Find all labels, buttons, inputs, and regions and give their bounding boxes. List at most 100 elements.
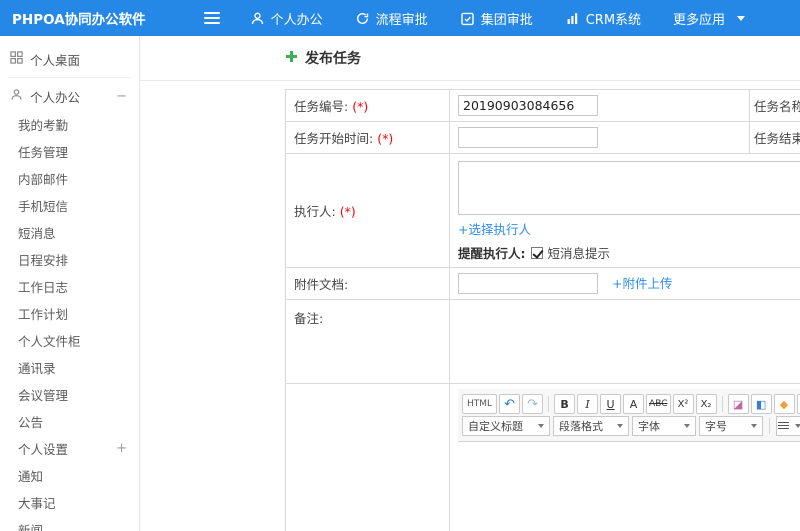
font-size-select[interactable]: 字号 bbox=[699, 416, 763, 436]
page-title: 发布任务 bbox=[305, 51, 361, 67]
toolbar-separator bbox=[548, 396, 550, 412]
hamburger-menu-icon[interactable] bbox=[203, 12, 220, 24]
attachment-input[interactable] bbox=[458, 273, 598, 294]
row-attachment: 附件文档: +附件上传 bbox=[285, 267, 800, 300]
font-size-select-label: 字号 bbox=[705, 420, 727, 433]
sidebar-item[interactable]: 个人文件柜 bbox=[0, 327, 139, 354]
align-left-button[interactable] bbox=[776, 416, 800, 436]
sidebar-item-label: 内部邮件 bbox=[18, 172, 69, 187]
sidebar-item[interactable]: 短消息 bbox=[0, 219, 139, 246]
chevron-down-icon bbox=[794, 424, 800, 428]
chevron-down-icon bbox=[538, 424, 544, 428]
remove-format-button[interactable]: ◪ bbox=[727, 394, 749, 414]
process-icon bbox=[355, 11, 370, 26]
sidebar-item[interactable]: 大事记 bbox=[0, 489, 139, 516]
editor-toolbar: HTML↶↷BIUAABCX²X₂◪◧◆66A 自定义标题段落格式字体字号 bbox=[458, 389, 800, 442]
chevron-down-icon bbox=[617, 424, 623, 428]
paragraph-format-select[interactable]: 段落格式 bbox=[553, 416, 629, 436]
editor-body[interactable] bbox=[458, 442, 800, 531]
sidebar-item-label: 日程安排 bbox=[18, 253, 69, 268]
sidebar-item[interactable]: 手机短信 bbox=[0, 192, 139, 219]
sms-remind-option-label: 短消息提示 bbox=[547, 246, 611, 261]
nav-group-approval[interactable]: 集团审批 bbox=[444, 0, 549, 36]
sidebar-item-label: 手机短信 bbox=[18, 199, 69, 214]
sidebar-item[interactable]: 日程安排 bbox=[0, 246, 139, 273]
sidebar-item-desktop[interactable]: 个人桌面 bbox=[0, 44, 139, 74]
subscript-button[interactable]: X₂ bbox=[695, 394, 717, 414]
sidebar-item[interactable]: 通讯录 bbox=[0, 354, 139, 381]
font-family-select-label: 字体 bbox=[638, 420, 660, 433]
sidebar-item[interactable]: 内部邮件 bbox=[0, 165, 139, 192]
blockquote-button[interactable]: 66 bbox=[796, 394, 800, 414]
editor-align-buttons bbox=[776, 416, 800, 436]
editor-toolbar-row1: HTML↶↷BIUAABCX²X₂◪◧◆66A bbox=[462, 394, 800, 414]
executor-box[interactable] bbox=[458, 161, 800, 215]
italic-button[interactable]: I bbox=[577, 394, 599, 414]
sidebar-item[interactable]: 新闻 bbox=[0, 516, 139, 531]
row-task-number: 任务编号:(*) 任务名称:(*) bbox=[285, 89, 800, 122]
sidebar-item-label: 工作日志 bbox=[18, 280, 69, 295]
chevron-down-icon bbox=[737, 15, 746, 21]
remark-textarea[interactable] bbox=[458, 305, 800, 375]
font-style-button[interactable]: A bbox=[623, 394, 645, 414]
underline-button[interactable]: U bbox=[600, 394, 622, 414]
format-brush-button[interactable]: ◧ bbox=[750, 394, 772, 414]
align-left-icon bbox=[777, 421, 789, 431]
expand-toggle-icon[interactable]: + bbox=[116, 441, 127, 456]
superscript-button[interactable]: X² bbox=[672, 394, 694, 414]
task-number-label: 任务编号: (*) bbox=[285, 89, 450, 122]
sidebar-group-personal-office[interactable]: 个人办公 − bbox=[0, 81, 139, 111]
row-remark: 备注: bbox=[285, 299, 800, 384]
collapse-toggle-icon[interactable]: − bbox=[116, 89, 127, 104]
sidebar-item[interactable]: 公告 bbox=[0, 408, 139, 435]
strikethrough-button[interactable]: ABC bbox=[646, 394, 671, 414]
nav-personal-office[interactable]: 个人办公 bbox=[234, 0, 339, 36]
chart-icon bbox=[565, 11, 580, 26]
task-name-label: 任务名称:(*) bbox=[749, 89, 800, 122]
redo-button[interactable]: ↷ bbox=[522, 394, 544, 414]
toolbar-separator bbox=[721, 396, 723, 412]
plus-icon bbox=[285, 50, 298, 67]
sidebar-item[interactable]: 个人设置 + bbox=[0, 435, 139, 462]
task-form-table: 任务编号:(*) 任务名称:(*) 任务开始时间:(*) bbox=[285, 89, 800, 531]
nav-crm-system[interactable]: CRM系统 bbox=[549, 0, 657, 36]
row-time: 任务开始时间:(*) 任务结束时间:(*) bbox=[285, 121, 800, 154]
sidebar-item-label: 个人文件柜 bbox=[18, 334, 81, 349]
page-header: 发布任务 bbox=[140, 36, 800, 81]
paragraph-format-select-label: 段落格式 bbox=[559, 420, 603, 433]
sidebar-item-label: 会议管理 bbox=[18, 388, 69, 403]
toolbar-separator bbox=[769, 418, 770, 434]
highlight-button[interactable]: ◆ bbox=[773, 394, 795, 414]
start-time-label: 任务开始时间: (*) bbox=[285, 121, 450, 154]
approval-icon bbox=[460, 11, 475, 26]
executor-label: 执行人: (*) bbox=[285, 153, 450, 268]
bold-button[interactable]: B bbox=[554, 394, 576, 414]
custom-title-select[interactable]: 自定义标题 bbox=[462, 416, 550, 436]
end-time-label: 任务结束时间:(*) bbox=[749, 121, 800, 154]
chevron-down-icon bbox=[751, 424, 757, 428]
html-source-button[interactable]: HTML bbox=[462, 394, 498, 414]
sidebar-item-label: 公告 bbox=[18, 415, 44, 430]
attachment-upload-link[interactable]: +附件上传 bbox=[612, 276, 672, 291]
editor-dropdowns: 自定义标题 段落格式 字体 字号 bbox=[462, 416, 763, 436]
sidebar-item[interactable]: 工作日志 bbox=[0, 273, 139, 300]
sidebar-item[interactable]: 任务管理 bbox=[0, 138, 139, 165]
chevron-down-icon bbox=[684, 424, 690, 428]
choose-executor-link[interactable]: +选择执行人 bbox=[458, 222, 531, 237]
sidebar-item[interactable]: 我的考勤 bbox=[0, 111, 139, 138]
nav-more-apps[interactable]: 更多应用 bbox=[657, 0, 761, 36]
sidebar-item[interactable]: 会议管理 bbox=[0, 381, 139, 408]
sms-remind-checkbox[interactable] bbox=[530, 246, 543, 259]
remark-label: 备注: bbox=[285, 299, 450, 384]
sidebar-item-label: 短消息 bbox=[18, 226, 56, 241]
user-icon bbox=[250, 11, 265, 26]
attachment-label: 附件文档: bbox=[285, 267, 450, 300]
start-time-input[interactable] bbox=[458, 127, 598, 148]
sidebar-item[interactable]: 通知 bbox=[0, 462, 139, 489]
person-icon bbox=[10, 88, 23, 104]
font-family-select[interactable]: 字体 bbox=[632, 416, 696, 436]
task-number-input[interactable] bbox=[458, 95, 598, 116]
sidebar-item[interactable]: 工作计划 bbox=[0, 300, 139, 327]
undo-button[interactable]: ↶ bbox=[499, 394, 521, 414]
nav-process-approval[interactable]: 流程审批 bbox=[339, 0, 444, 36]
